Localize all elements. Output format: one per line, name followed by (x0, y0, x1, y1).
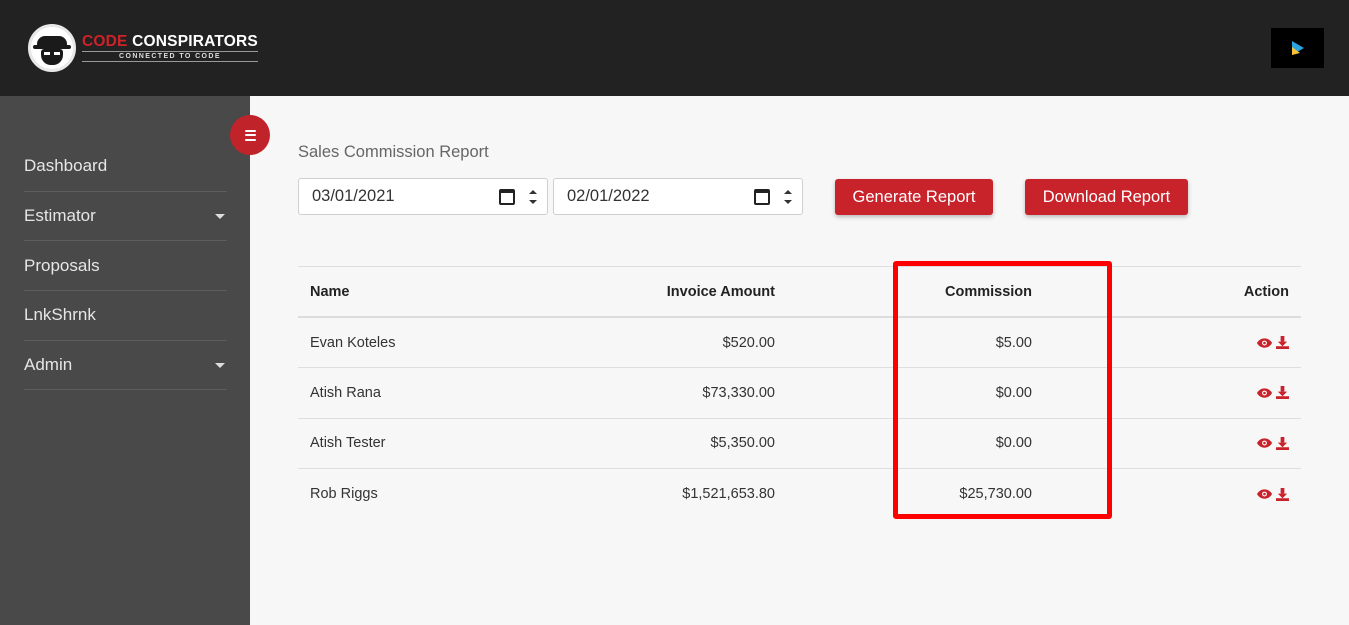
start-date-value: 03/01/2021 (312, 187, 395, 205)
cell-invoice-amount: $5,350.00 (710, 435, 775, 452)
eye-icon[interactable] (1257, 438, 1272, 448)
cell-name: Atish Rana (310, 384, 381, 401)
cell-invoice-amount: $520.00 (722, 334, 775, 351)
top-header: CODE CONSPIRATORS CONNECTED TO CODE (0, 0, 1349, 96)
header-name[interactable]: Name (298, 284, 598, 300)
hamburger-menu-button[interactable] (230, 115, 270, 155)
table-row: Atish Tester $5,350.00 $0.00 (298, 419, 1301, 469)
spy-mascot-icon (28, 24, 76, 72)
table-row: Evan Koteles $520.00 $5.00 (298, 318, 1301, 369)
header-action: Action (1243, 283, 1289, 300)
header-invoice-amount[interactable]: Invoice Amount (598, 284, 775, 300)
download-icon[interactable] (1276, 336, 1289, 350)
eye-icon[interactable] (1257, 337, 1272, 348)
eye-icon[interactable] (1257, 388, 1272, 398)
sidebar-item-estimator[interactable]: Estimator (24, 192, 227, 242)
page-title: Sales Commission Report (298, 143, 489, 161)
brand-name-part1: CODE (82, 33, 128, 50)
cell-actions (1032, 487, 1289, 501)
download-icon[interactable] (1276, 487, 1289, 501)
cell-actions (1032, 336, 1289, 350)
download-report-button[interactable]: Download Report (1025, 179, 1188, 215)
end-date-value: 02/01/2022 (567, 187, 650, 205)
spinner-icon[interactable] (784, 190, 792, 204)
cell-commission: $0.00 (995, 435, 1032, 452)
cell-commission: $5.00 (995, 334, 1032, 351)
cell-invoice-amount: $73,330.00 (702, 384, 775, 401)
brand-tagline: CONNECTED TO CODE (82, 51, 258, 62)
download-icon[interactable] (1276, 386, 1289, 400)
sidebar-item-label: LnkShrnk (24, 305, 96, 325)
header-commission[interactable]: Commission (775, 284, 1032, 300)
table-row: Rob Riggs $1,521,653.80 $25,730.00 (298, 469, 1301, 519)
brand-logo[interactable]: CODE CONSPIRATORS CONNECTED TO CODE (28, 24, 258, 72)
table-row: Atish Rana $73,330.00 $0.00 (298, 368, 1301, 419)
sidebar-nav: Dashboard Estimator Proposals LnkShrnk A… (24, 142, 227, 391)
sidebar-item-proposals[interactable]: Proposals (24, 241, 227, 292)
calendar-icon[interactable] (499, 189, 515, 205)
sidebar-item-admin[interactable]: Admin (24, 341, 227, 391)
sidebar-item-label: Proposals (24, 255, 100, 275)
cell-actions (1032, 386, 1289, 400)
cell-commission: $0.00 (995, 384, 1032, 401)
cell-name: Atish Tester (310, 435, 386, 452)
google-play-icon (1291, 41, 1304, 55)
commission-table: Name Invoice Amount Commission Action Ev… (298, 266, 1301, 519)
spinner-icon[interactable] (529, 190, 537, 204)
caret-down-icon (215, 213, 225, 219)
cell-commission: $25,730.00 (959, 486, 1032, 503)
cell-name: Evan Koteles (310, 334, 396, 351)
brand-name-part2: CONSPIRATORS (132, 33, 258, 50)
sidebar-item-lnkshrnk[interactable]: LnkShrnk (24, 291, 227, 341)
sidebar-item-dashboard[interactable]: Dashboard (24, 142, 227, 192)
start-date-input[interactable]: 03/01/2021 (298, 178, 548, 215)
hamburger-icon (244, 129, 256, 132)
cell-actions (1032, 436, 1289, 450)
download-icon[interactable] (1276, 436, 1289, 450)
cell-name: Rob Riggs (310, 486, 378, 503)
end-date-input[interactable]: 02/01/2022 (553, 178, 803, 215)
eye-icon[interactable] (1257, 489, 1272, 499)
cell-invoice-amount: $1,521,653.80 (682, 486, 775, 503)
sidebar-item-label: Dashboard (24, 156, 108, 176)
sidebar-item-label: Estimator (24, 206, 96, 226)
google-play-button[interactable] (1271, 28, 1324, 68)
generate-report-button[interactable]: Generate Report (835, 179, 993, 215)
caret-down-icon (215, 362, 225, 368)
sidebar-item-label: Admin (24, 355, 73, 375)
table-header: Name Invoice Amount Commission Action (298, 267, 1301, 318)
calendar-icon[interactable] (754, 189, 770, 205)
